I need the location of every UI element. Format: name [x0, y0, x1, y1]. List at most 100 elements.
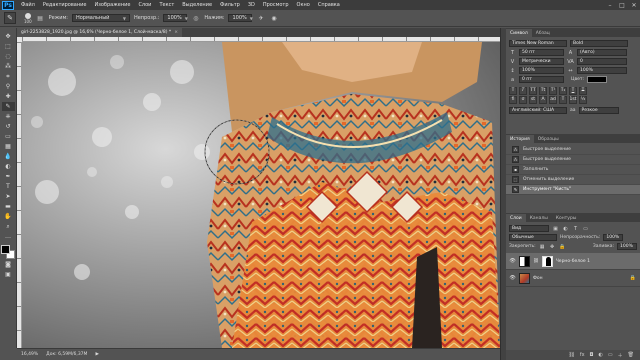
crop-tool-icon[interactable]: ⌗: [2, 72, 15, 81]
ordinals-button[interactable]: A: [539, 95, 547, 104]
maximize-button[interactable]: □: [616, 2, 628, 9]
layer-row-black-white[interactable]: 👁 ⛓ Черно-белое 1: [506, 253, 640, 270]
tab-paths[interactable]: Контуры: [552, 214, 581, 222]
history-item[interactable]: ⬚ Отменить выделение: [506, 175, 640, 185]
faux-bold-button[interactable]: T: [509, 86, 517, 95]
antialias-select[interactable]: Резкое: [578, 107, 619, 114]
menu-file[interactable]: Файл: [17, 2, 39, 8]
half-button[interactable]: ½: [579, 95, 587, 104]
menu-view[interactable]: Просмотр: [259, 2, 293, 8]
new-adjustment-icon[interactable]: ◐: [599, 352, 603, 358]
gradient-tool-icon[interactable]: ▦: [2, 142, 15, 151]
document-canvas[interactable]: [22, 42, 500, 348]
healing-brush-tool-icon[interactable]: ✚: [2, 92, 15, 101]
airbrush-icon[interactable]: ✈: [256, 14, 265, 23]
menu-filter[interactable]: Фильтр: [216, 2, 244, 8]
fx-icon[interactable]: fx: [580, 352, 585, 358]
rectangle-tool-icon[interactable]: ▬: [2, 202, 15, 211]
dodge-tool-icon[interactable]: ◐: [2, 162, 15, 171]
kerning-field[interactable]: Метрически: [519, 58, 564, 65]
vertical-scale-field[interactable]: 100%: [519, 67, 564, 74]
layer-mask-thumbnail[interactable]: [541, 255, 553, 267]
blur-tool-icon[interactable]: 💧: [2, 152, 15, 161]
filter-adjustment-icon[interactable]: ◐: [562, 225, 569, 232]
filter-shape-icon[interactable]: ▭: [582, 225, 589, 232]
layer-filter-select[interactable]: Вид: [509, 225, 549, 232]
layer-row-background[interactable]: 👁 Фон 🔒: [506, 270, 640, 287]
color-swatches[interactable]: [1, 245, 15, 259]
small-caps-button[interactable]: Tt: [539, 86, 547, 95]
tab-history[interactable]: История: [506, 135, 534, 143]
history-item[interactable]: ✎ Инструмент "Кисть": [506, 185, 640, 195]
filter-pixel-icon[interactable]: ▣: [552, 225, 559, 232]
underline-button[interactable]: T: [569, 86, 577, 95]
quick-selection-tool-icon[interactable]: ⁂: [2, 62, 15, 71]
add-mask-icon[interactable]: ◘: [590, 352, 594, 358]
more-tools-icon[interactable]: …: [2, 232, 15, 241]
type-tool-icon[interactable]: T: [2, 182, 15, 191]
layer-opacity-field[interactable]: 100%: [603, 234, 624, 241]
titling-button[interactable]: ad: [549, 95, 557, 104]
tab-layers[interactable]: Слои: [506, 214, 526, 222]
tracking-field[interactable]: 0: [577, 58, 627, 65]
layer-name[interactable]: Фон: [533, 276, 543, 281]
pressure-size-icon[interactable]: ◉: [269, 14, 278, 23]
menu-help[interactable]: Справка: [314, 2, 344, 8]
opacity-field[interactable]: 100% ▼: [163, 14, 188, 22]
subscript-button[interactable]: T₁: [559, 86, 567, 95]
marquee-tool-icon[interactable]: ⬚: [2, 42, 15, 51]
lock-pixels-icon[interactable]: ▦: [539, 243, 546, 250]
new-group-icon[interactable]: ▭: [608, 352, 613, 358]
fractions-button[interactable]: T: [559, 95, 567, 104]
faux-italic-button[interactable]: T: [519, 86, 527, 95]
tab-swatches[interactable]: Образцы: [534, 135, 563, 143]
path-selection-tool-icon[interactable]: ➤: [2, 192, 15, 201]
move-tool-icon[interactable]: ✥: [2, 32, 15, 41]
ligatures-button[interactable]: fi: [509, 95, 517, 104]
new-layer-icon[interactable]: ＋: [618, 352, 623, 359]
swash-button[interactable]: st: [529, 95, 537, 104]
all-caps-button[interactable]: TT: [529, 86, 537, 95]
history-item[interactable]: ⁂ Быстрое выделение: [506, 145, 640, 155]
mode-select[interactable]: Нормальный ▼: [71, 14, 130, 22]
baseline-shift-field[interactable]: 0 пт: [519, 76, 564, 83]
visibility-eye-icon[interactable]: 👁: [509, 258, 516, 264]
leading-field[interactable]: (Авто): [577, 49, 627, 56]
pressure-opacity-icon[interactable]: ◎: [191, 14, 200, 23]
hand-tool-icon[interactable]: ✋: [2, 212, 15, 221]
oldstyle-button[interactable]: σ: [519, 95, 527, 104]
zoom-level[interactable]: 16,49%: [21, 352, 38, 357]
tab-paragraph[interactable]: Абзац: [532, 29, 554, 37]
tab-character[interactable]: Символ: [506, 29, 532, 37]
lock-all-icon[interactable]: 🔒: [559, 243, 566, 250]
text-color-swatch[interactable]: [587, 76, 608, 83]
menu-image[interactable]: Изображение: [90, 2, 134, 8]
screen-mode-icon[interactable]: ▣: [2, 270, 15, 279]
history-item[interactable]: ▪ Заполнить: [506, 165, 640, 175]
clone-stamp-tool-icon[interactable]: ⎈: [2, 112, 15, 121]
minimize-button[interactable]: –: [604, 2, 616, 9]
link-layers-icon[interactable]: ⛓: [568, 352, 574, 358]
language-select[interactable]: Английский: США: [509, 107, 567, 114]
menu-window[interactable]: Окно: [293, 2, 314, 8]
font-family-select[interactable]: Times New Roman: [509, 40, 567, 47]
zoom-tool-icon[interactable]: ⌕: [2, 222, 15, 231]
document-tab[interactable]: girl-2253828_1920.jpg @ 16,6% (Черно-бел…: [17, 28, 182, 37]
history-item[interactable]: ⁂ Быстрое выделение: [506, 155, 640, 165]
close-tab-icon[interactable]: ×: [174, 30, 178, 35]
menu-select[interactable]: Выделение: [178, 2, 216, 8]
blend-mode-select[interactable]: Обычные: [509, 234, 557, 241]
layer-name[interactable]: Черно-белое 1: [556, 259, 590, 264]
close-button[interactable]: ✕: [628, 2, 640, 9]
foreground-color-swatch[interactable]: [1, 245, 10, 254]
flow-field[interactable]: 100% ▼: [228, 14, 253, 22]
history-brush-tool-icon[interactable]: ↺: [2, 122, 15, 131]
delete-layer-icon[interactable]: 🗑: [628, 352, 634, 358]
brush-tool-icon[interactable]: ✎: [1, 102, 15, 111]
superscript-button[interactable]: T¹: [549, 86, 557, 95]
eyedropper-tool-icon[interactable]: ⚲: [2, 82, 15, 91]
lock-position-icon[interactable]: ✥: [549, 243, 556, 250]
brush-panel-icon[interactable]: ▤: [36, 14, 45, 23]
stylistic-button[interactable]: 1st: [569, 95, 577, 104]
lasso-tool-icon[interactable]: ◌: [2, 52, 15, 61]
